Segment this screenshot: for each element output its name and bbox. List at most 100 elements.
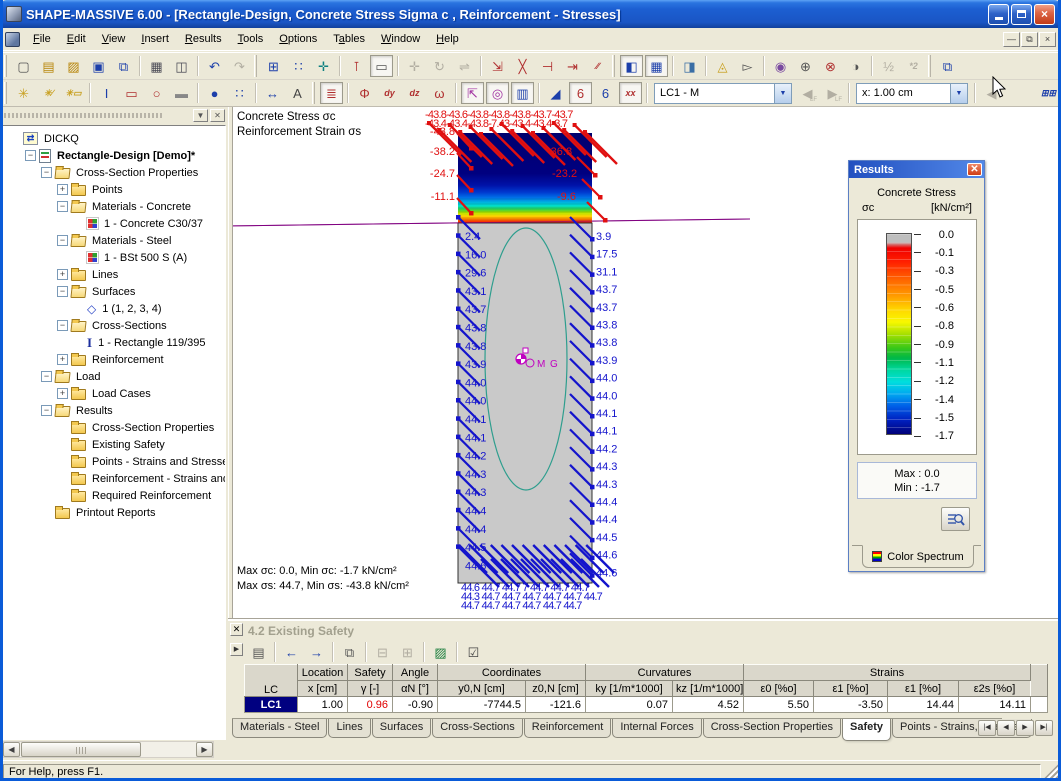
tree-item-materials-concrete[interactable]: −Materials - Concrete [5, 198, 225, 215]
table-cell[interactable]: -0.90 [393, 697, 438, 713]
toolbar-drag-handle[interactable] [312, 82, 315, 104]
menu-view[interactable]: View [94, 30, 134, 48]
section-rect-button[interactable]: ▭ [120, 82, 143, 104]
load-case-select[interactable]: LC1 - M▼ [654, 83, 792, 104]
scale-select[interactable]: x: 1.00 cm▼ [856, 83, 968, 104]
point-button[interactable]: ● [203, 82, 226, 104]
result-target-button[interactable]: ◎ [486, 82, 509, 104]
tab-materials-steel[interactable]: Materials - Steel [232, 719, 327, 738]
toolbar-drag-handle[interactable] [928, 55, 931, 77]
tree-expander[interactable]: + [57, 269, 68, 280]
tree-item-reinforcement-strains-and-s[interactable]: Reinforcement - Strains and S [5, 470, 225, 487]
open-button[interactable]: ▤ [37, 55, 60, 77]
rect-select-button[interactable]: ▭ [370, 55, 393, 77]
menu-file[interactable]: File [25, 30, 59, 48]
menu-results[interactable]: Results [177, 30, 230, 48]
panel-menu-button[interactable]: ▼ [193, 109, 208, 122]
results-panel-titlebar[interactable]: Results ✕ [849, 161, 984, 178]
reinforcement-button[interactable]: ≣ [320, 82, 343, 104]
filter-settings-button[interactable]: ☑ [462, 641, 485, 663]
table-cell[interactable]: 4.52 [673, 697, 744, 713]
table-panel-scroll-button[interactable]: ▶ [230, 643, 243, 656]
table-properties-button[interactable]: ▤ [247, 641, 270, 663]
tree-expander[interactable]: + [57, 354, 68, 365]
tree-item-cross-section-properties[interactable]: Cross-Section Properties [5, 419, 225, 436]
find-button[interactable]: ◉ [769, 55, 792, 77]
edit-divide-button[interactable]: ∕∕ [586, 55, 609, 77]
tree-item-1-concrete-c30-37[interactable]: 1 - Concrete C30/37 [5, 215, 225, 232]
tab-nav-button-2[interactable]: ▶ [1016, 720, 1034, 736]
tree-item-lines[interactable]: +Lines [5, 266, 225, 283]
tab-nav-button-3[interactable]: ▶| [1035, 720, 1053, 736]
tree-item-reinforcement[interactable]: +Reinforcement [5, 351, 225, 368]
tree-item-printout-reports[interactable]: Printout Reports [5, 504, 225, 521]
table-cell[interactable]: -7744.5 [438, 697, 526, 713]
result-spectrum-button[interactable]: ▥ [511, 82, 534, 104]
menu-tables[interactable]: Tables [325, 30, 373, 48]
menu-tools[interactable]: Tools [230, 30, 272, 48]
new-line-button[interactable]: ✳∕ [37, 82, 60, 104]
tree-item-points[interactable]: +Points [5, 181, 225, 198]
tab-cross-section-properties[interactable]: Cross-Section Properties [703, 719, 841, 738]
maximize-button[interactable] [1011, 4, 1032, 25]
tree-item-points-strains-and-stresses[interactable]: Points - Strains and Stresses [5, 453, 225, 470]
resize-grip[interactable] [1044, 764, 1058, 778]
panel-drag-handle[interactable] [4, 113, 164, 118]
table-cell[interactable]: 0.07 [586, 697, 673, 713]
window-grid-button[interactable]: ⊞⊞ [1037, 82, 1060, 104]
navigator-h-scrollbar[interactable]: ◀ ▶ [2, 741, 214, 758]
section-circle-button[interactable]: ○ [145, 82, 168, 104]
tree-expander[interactable]: − [41, 371, 52, 382]
tree-expander[interactable]: − [41, 405, 52, 416]
tab-internal-forces[interactable]: Internal Forces [612, 719, 701, 738]
scroll-left-button[interactable]: ◀ [3, 742, 20, 757]
menu-options[interactable]: Options [271, 30, 325, 48]
section-plate-button[interactable]: ▬ [170, 82, 193, 104]
toolbar-drag-handle[interactable] [612, 55, 615, 77]
graphic-button[interactable]: ▨ [429, 641, 452, 663]
tables-toggle-button[interactable]: ▦ [645, 55, 668, 77]
tree-item-materials-steel[interactable]: −Materials - Steel [5, 232, 225, 249]
zoom-region-button[interactable]: ◬ [711, 55, 734, 77]
tree-item-results[interactable]: −Results [5, 402, 225, 419]
menu-help[interactable]: Help [428, 30, 467, 48]
navigator-close-button[interactable]: ✕ [210, 109, 225, 122]
edit-extend-button[interactable]: ⇥ [561, 55, 584, 77]
copy-button[interactable]: ⧉ [338, 641, 361, 663]
result-path-button[interactable]: ⇱ [461, 82, 484, 104]
toolbar-drag-handle[interactable] [4, 55, 7, 77]
select-plus-button[interactable]: ▻ [736, 55, 759, 77]
mdi-minimize-button[interactable]: — [1003, 32, 1020, 47]
new-point-button[interactable]: ✳ [12, 82, 35, 104]
print-preview-button[interactable]: ◫ [170, 55, 193, 77]
tree-expander[interactable]: + [57, 388, 68, 399]
table-cell[interactable]: 14.11 [959, 697, 1031, 713]
next-table-button[interactable]: → [305, 641, 328, 663]
table-cell[interactable]: -121.6 [526, 697, 586, 713]
tree-expander[interactable]: + [57, 184, 68, 195]
tab-nav-button-0[interactable]: |◀ [978, 720, 996, 736]
grid-button[interactable]: ⊞ [262, 55, 285, 77]
results-close-button[interactable]: ✕ [967, 163, 982, 176]
rotate-button[interactable]: ↻ [428, 55, 451, 77]
mdi-close-button[interactable]: × [1039, 32, 1056, 47]
pin-button[interactable]: ⊺ [345, 55, 368, 77]
tab-nav-button-1[interactable]: ◀ [997, 720, 1015, 736]
close-button[interactable]: × [1034, 4, 1055, 25]
print-button[interactable]: ▦ [145, 55, 168, 77]
export-up-button[interactable]: ⊟ [371, 641, 394, 663]
previous-table-button[interactable]: ← [280, 641, 303, 663]
table-cell[interactable]: 1.00 [298, 697, 348, 713]
tab-safety[interactable]: Safety [842, 719, 891, 741]
tree-item-existing-safety[interactable]: Existing Safety [5, 436, 225, 453]
lf-next-button[interactable]: ▶LF [821, 82, 844, 104]
lf-previous-button[interactable]: ◀LF [796, 82, 819, 104]
tree-item-1-bst-500-s-a[interactable]: 1 - BSt 500 S (A) [5, 249, 225, 266]
minimize-button[interactable] [988, 4, 1009, 25]
chevron-down-icon[interactable]: ▼ [950, 84, 967, 103]
tree-item-rectangle-design-demo[interactable]: −Rectangle-Design [Demo]* [5, 147, 225, 164]
tab-color-spectrum[interactable]: Color Spectrum [862, 545, 974, 568]
tree-expander[interactable]: − [57, 235, 68, 246]
tree-item-required-reinforcement[interactable]: Required Reinforcement [5, 487, 225, 504]
save-button[interactable]: ▣ [87, 55, 110, 77]
